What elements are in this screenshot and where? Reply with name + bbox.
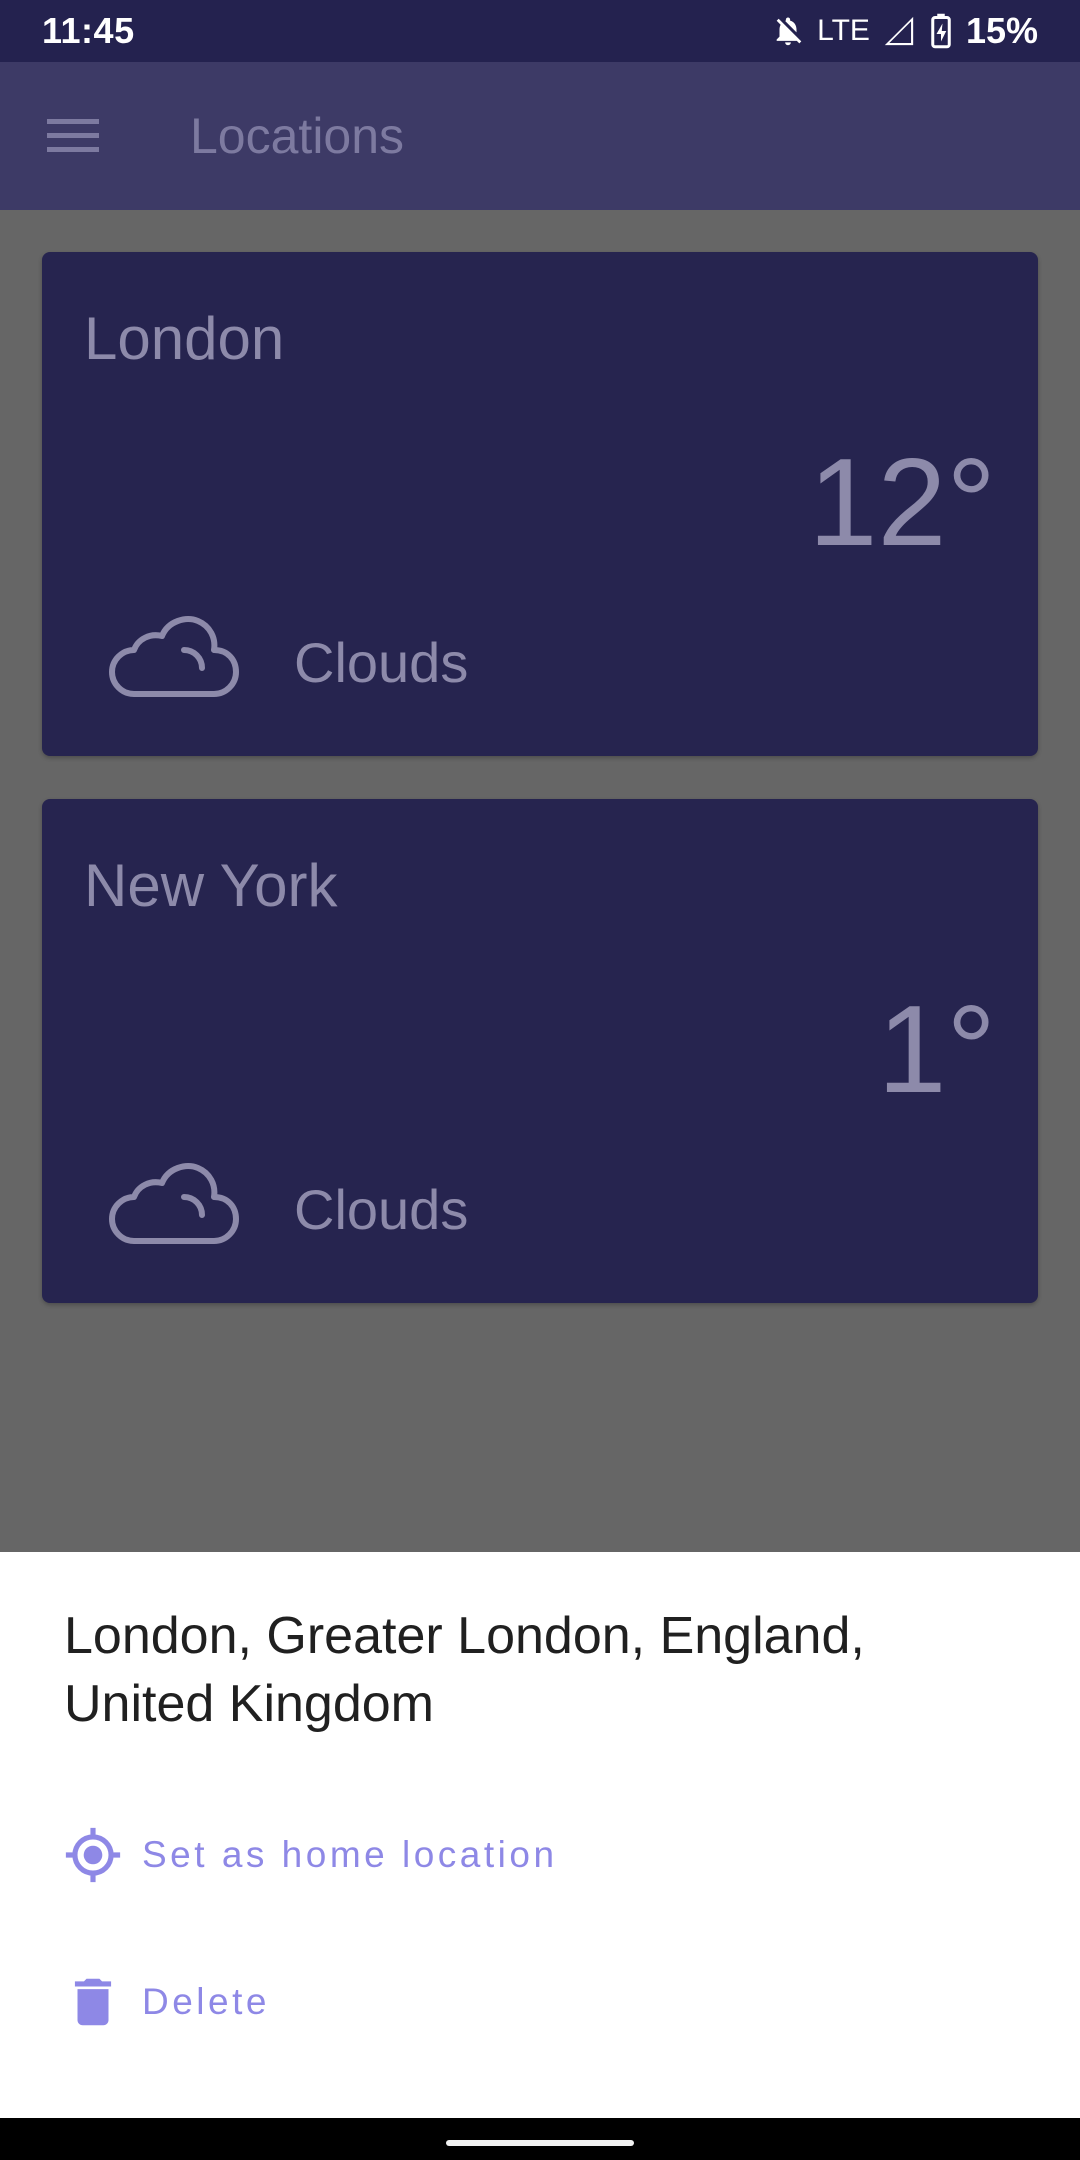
action-label: Set as home location xyxy=(142,1834,558,1875)
delete-button[interactable]: Delete xyxy=(62,1962,270,2042)
home-gesture-handle[interactable] xyxy=(446,2140,634,2146)
status-bar: 11:45 LTE 15% xyxy=(0,0,1080,62)
action-label: Delete xyxy=(142,1981,270,2022)
page-title: Locations xyxy=(190,108,405,164)
cloud-icon xyxy=(109,1163,239,1244)
status-time: 11:45 xyxy=(42,10,135,51)
my-location-icon xyxy=(65,1827,121,1883)
navigation-bar xyxy=(0,2118,1080,2160)
set-home-location-button[interactable]: Set as home location xyxy=(62,1815,558,1895)
locations-list: London 12° Clouds New York 1° Clouds xyxy=(0,210,1080,1552)
location-condition: Clouds xyxy=(294,1178,469,1241)
trash-icon xyxy=(74,1978,112,2026)
location-temperature: 1° xyxy=(877,981,996,1119)
bottom-sheet: London, Greater London, England, United … xyxy=(0,1552,1080,2118)
location-condition: Clouds xyxy=(294,631,469,694)
notifications-off-icon xyxy=(776,17,802,46)
battery-charging-icon xyxy=(931,13,951,49)
status-icons: LTE 15% xyxy=(771,10,1038,52)
location-card-new-york[interactable]: New York 1° Clouds xyxy=(42,799,1038,1303)
menu-button[interactable] xyxy=(0,62,150,210)
sheet-title: London, Greater London, England, United … xyxy=(64,1607,865,1733)
location-temperature: 12° xyxy=(808,434,996,572)
location-city: New York xyxy=(84,852,338,919)
app-bar: Locations xyxy=(0,62,1080,210)
signal-icon xyxy=(884,16,914,46)
menu-icon xyxy=(47,119,99,152)
battery-level: 15% xyxy=(965,10,1038,51)
location-city: London xyxy=(84,305,285,372)
cloud-icon xyxy=(109,616,239,697)
network-type: LTE xyxy=(817,14,870,47)
location-card-london[interactable]: London 12° Clouds xyxy=(42,252,1038,756)
